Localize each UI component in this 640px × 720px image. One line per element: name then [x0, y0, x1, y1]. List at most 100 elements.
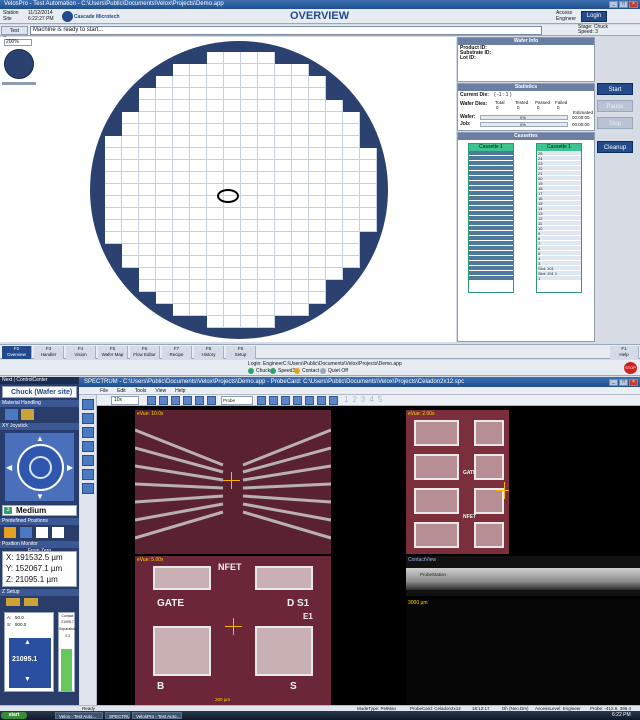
die-cell[interactable] — [343, 196, 360, 208]
die-cell[interactable] — [207, 232, 224, 244]
die-cell[interactable] — [326, 268, 343, 280]
die-cell[interactable] — [190, 112, 207, 124]
nav-handler[interactable]: F3 Handler — [34, 346, 64, 359]
die-cell[interactable] — [309, 112, 326, 124]
z-separation-icon[interactable] — [24, 598, 38, 606]
die-cell[interactable] — [326, 124, 343, 136]
die-cell[interactable] — [224, 124, 241, 136]
nav-wafer-map[interactable]: F5 Wafer Map — [98, 346, 128, 359]
die-cell[interactable] — [190, 172, 207, 184]
die-cell[interactable] — [173, 172, 190, 184]
die-cell[interactable] — [224, 100, 241, 112]
die-cell[interactable] — [156, 256, 173, 268]
nav-overview[interactable]: F2 Overview — [2, 346, 32, 359]
die-cell[interactable] — [173, 196, 190, 208]
speed-selector[interactable]: Medium — [2, 505, 77, 516]
die-cell[interactable] — [224, 208, 241, 220]
die-cell[interactable] — [241, 76, 258, 88]
arrow-down-icon[interactable]: ▼ — [36, 492, 44, 501]
die-cell[interactable] — [156, 88, 173, 100]
login-button[interactable]: Login — [581, 11, 607, 22]
die-cell[interactable] — [190, 184, 207, 196]
die-cell[interactable] — [224, 256, 241, 268]
die-cell[interactable] — [139, 220, 156, 232]
die-cell[interactable] — [122, 232, 139, 244]
die-cell[interactable] — [343, 208, 360, 220]
pause-button[interactable]: Pause — [597, 100, 633, 112]
die-cell[interactable] — [139, 280, 156, 292]
die-cell[interactable] — [122, 148, 139, 160]
light-icon[interactable] — [159, 396, 168, 405]
cassette-1-list[interactable]: Cassette 1 — [468, 143, 514, 293]
die-cell[interactable] — [207, 148, 224, 160]
die-cell[interactable] — [173, 220, 190, 232]
die-cell[interactable] — [309, 88, 326, 100]
close-button[interactable]: × — [629, 1, 638, 8]
die-cell[interactable] — [190, 292, 207, 304]
die-cell[interactable] — [326, 160, 343, 172]
load-wafer-icon[interactable] — [5, 409, 18, 420]
die-cell[interactable] — [241, 304, 258, 316]
cassette-2-list[interactable]: Cassette 1 25 24 23 22 21 20 19 18 17 16 15 14 13 12 1… — [536, 143, 582, 293]
die-cell[interactable] — [275, 124, 292, 136]
die-cell[interactable] — [275, 208, 292, 220]
die-cell[interactable] — [258, 148, 275, 160]
menu-file[interactable]: File — [100, 388, 108, 394]
die-cell[interactable] — [190, 256, 207, 268]
position-2-icon[interactable] — [52, 527, 64, 538]
die-cell[interactable] — [343, 148, 360, 160]
die-cell[interactable] — [224, 232, 241, 244]
start-button[interactable]: Start — [597, 83, 633, 95]
die-cell[interactable] — [156, 280, 173, 292]
view-number-5[interactable]: 5 — [378, 395, 386, 404]
die-cell[interactable] — [224, 316, 241, 328]
die-cell[interactable] — [292, 76, 309, 88]
die-cell[interactable] — [207, 280, 224, 292]
die-cell[interactable] — [309, 148, 326, 160]
menu-help[interactable]: Help — [175, 388, 185, 394]
die-cell[interactable] — [360, 220, 377, 232]
die-cell[interactable] — [241, 316, 258, 328]
tool-g-icon[interactable] — [329, 396, 338, 405]
die-cell[interactable] — [156, 196, 173, 208]
pattern-icon[interactable] — [183, 396, 192, 405]
die-cell[interactable] — [275, 232, 292, 244]
tool-icon-6[interactable] — [82, 469, 94, 480]
cleanup-button[interactable]: Cleanup — [597, 141, 633, 153]
die-cell[interactable] — [224, 88, 241, 100]
die-cell[interactable] — [343, 220, 360, 232]
die-cell[interactable] — [275, 100, 292, 112]
minimize-button[interactable]: _ — [609, 1, 618, 8]
die-cell[interactable] — [275, 196, 292, 208]
die-cell[interactable] — [241, 148, 258, 160]
joystick-center[interactable] — [29, 456, 52, 479]
nav-vision[interactable]: F4 Vision — [66, 346, 96, 359]
die-cell[interactable] — [292, 136, 309, 148]
die-cell[interactable] — [173, 124, 190, 136]
nav-recipe[interactable]: F7 Recipe — [162, 346, 192, 359]
die-cell[interactable] — [258, 52, 275, 64]
die-cell[interactable] — [207, 292, 224, 304]
task-velox[interactable]: Velox - Test Auto... — [55, 712, 103, 719]
die-cell[interactable] — [343, 160, 360, 172]
die-cell[interactable] — [139, 268, 156, 280]
die-cell[interactable] — [343, 136, 360, 148]
die-cell[interactable] — [224, 136, 241, 148]
die-cell[interactable] — [173, 232, 190, 244]
die-cell[interactable] — [190, 268, 207, 280]
stop-icon[interactable]: STOP — [624, 362, 637, 374]
die-cell[interactable] — [156, 244, 173, 256]
test-sequence-button[interactable]: Test Sequence — [1, 26, 28, 42]
die-cell[interactable] — [343, 256, 360, 268]
die-cell[interactable] — [241, 124, 258, 136]
die-cell[interactable] — [326, 112, 343, 124]
die-cell[interactable] — [122, 196, 139, 208]
center-position-icon[interactable] — [20, 527, 32, 538]
die-cell[interactable] — [207, 136, 224, 148]
die-cell[interactable] — [139, 112, 156, 124]
die-cell[interactable] — [292, 268, 309, 280]
spectrum-close-button[interactable]: × — [629, 378, 638, 386]
die-cell[interactable] — [258, 304, 275, 316]
die-cell[interactable] — [360, 184, 377, 196]
die-cell[interactable] — [190, 220, 207, 232]
